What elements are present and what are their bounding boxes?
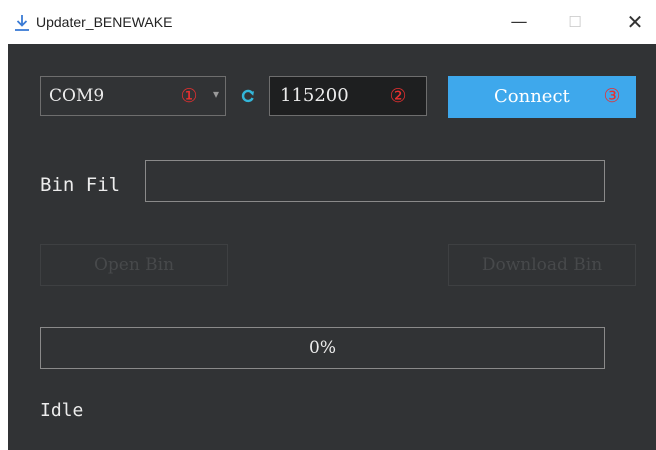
status-text: Idle xyxy=(40,400,84,421)
close-button[interactable]: ✕ xyxy=(612,0,656,44)
bin-file-path-input[interactable] xyxy=(145,160,605,202)
window-title: Updater_BENEWAKE xyxy=(36,14,173,30)
port-select-value: COM9 xyxy=(49,86,105,106)
bin-file-label: Bin Fil xyxy=(40,174,121,196)
annotation-marker-3: ③ xyxy=(603,85,621,107)
title-bar: Updater_BENEWAKE — ☐ ✕ xyxy=(0,0,656,44)
refresh-icon[interactable] xyxy=(240,88,256,104)
port-select[interactable]: COM9 ① ▾ xyxy=(40,76,226,116)
progress-bar: 0% xyxy=(40,327,605,369)
minimize-button[interactable]: — xyxy=(496,0,542,44)
progress-label: 0% xyxy=(309,338,336,358)
maximize-button[interactable]: ☐ xyxy=(552,0,598,44)
chevron-down-icon: ▾ xyxy=(212,87,219,101)
baud-rate-value: 115200 xyxy=(280,85,349,106)
download-bin-button[interactable]: Download Bin xyxy=(448,244,636,286)
annotation-marker-1: ① xyxy=(180,85,198,107)
baud-rate-field[interactable]: 115200 ② xyxy=(269,76,427,116)
connect-button-label: Connect xyxy=(494,86,570,107)
annotation-marker-2: ② xyxy=(389,85,407,107)
download-arrow-icon xyxy=(15,15,29,31)
connect-button[interactable]: Connect ③ xyxy=(448,76,636,118)
open-bin-button[interactable]: Open Bin xyxy=(40,244,228,286)
app-body: COM9 ① ▾ 115200 ② Connect ③ Bin Fil Open… xyxy=(8,44,656,450)
